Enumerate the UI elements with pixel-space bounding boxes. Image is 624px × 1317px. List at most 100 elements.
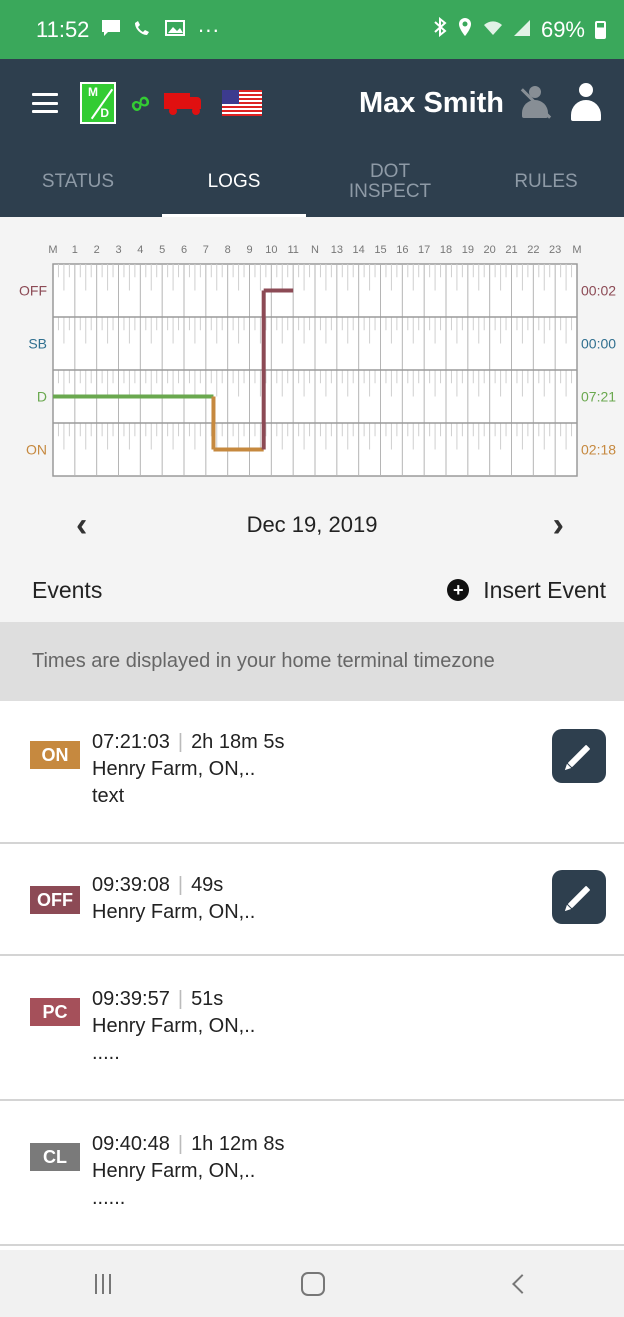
tab-label: RULES <box>514 171 578 193</box>
event-location: Henry Farm, ON,.. <box>92 758 256 780</box>
event-note: ...... <box>92 1187 126 1209</box>
hour-label: 22 <box>527 244 539 256</box>
recent-apps-icon[interactable] <box>95 1273 111 1294</box>
event-duration: 51s <box>191 988 224 1010</box>
event-duration: 1h 12m 8s <box>191 1133 285 1155</box>
connection-link-icon[interactable]: ∞ <box>123 84 156 122</box>
logo-letter-d: D <box>100 106 109 120</box>
hour-label: M <box>572 244 581 256</box>
hour-label: 15 <box>374 244 386 256</box>
status-row-total: 00:00 <box>581 336 616 352</box>
hour-label: 4 <box>137 244 143 256</box>
truck-icon[interactable] <box>163 91 204 115</box>
event-location: Henry Farm, ON,.. <box>92 1015 256 1037</box>
event-time: 09:39:57 <box>92 988 170 1010</box>
event-location: Henry Farm, ON,.. <box>92 1160 256 1182</box>
hour-label: N <box>311 244 319 256</box>
log-date[interactable]: Dec 19, 2019 <box>247 512 378 538</box>
battery-icon <box>595 20 606 39</box>
hour-label: 3 <box>115 244 121 256</box>
tab-label: STATUS <box>41 171 115 193</box>
timezone-notice: Times are displayed in your home termina… <box>0 622 624 701</box>
hour-label: 17 <box>418 244 430 256</box>
wifi-icon <box>483 17 503 43</box>
overflow-dots: ··· <box>197 16 220 42</box>
event-row[interactable]: OFF 09:39:08 | 49s Henry Farm, ON,.. <box>0 844 624 956</box>
tab-label: LOGS <box>207 171 261 193</box>
add-circle-icon: + <box>447 579 470 601</box>
us-flag-icon[interactable] <box>221 90 262 116</box>
tab-logs[interactable]: LOGS <box>156 147 312 217</box>
system-nav-bar <box>0 1250 624 1317</box>
back-icon[interactable] <box>512 1273 532 1294</box>
event-duration: 2h 18m 5s <box>191 731 285 753</box>
co-driver-off-icon[interactable] <box>518 84 552 122</box>
system-status-bar: 11:52 ··· 69% <box>0 0 624 59</box>
message-icon <box>101 17 121 43</box>
tab-status[interactable]: STATUS <box>0 147 156 217</box>
tab-dot-inspect[interactable]: DOT INSPECT <box>312 147 468 217</box>
status-badge: PC <box>30 998 80 1026</box>
event-details: 09:39:08 | 49s Henry Farm, ON,.. <box>92 872 255 926</box>
event-time: 07:21:03 <box>92 731 170 753</box>
status-row-total: 07:21 <box>581 389 616 405</box>
hour-label: 18 <box>440 244 452 256</box>
tab-rules[interactable]: RULES <box>468 147 624 217</box>
image-icon <box>165 17 186 43</box>
hour-label: 5 <box>159 244 165 256</box>
hour-label: 6 <box>181 244 187 256</box>
event-duration: 49s <box>191 874 224 896</box>
event-time: 09:39:08 <box>92 874 170 896</box>
event-note: text <box>92 785 125 807</box>
signal-icon <box>513 17 531 43</box>
status-badge: ON <box>30 741 80 769</box>
menu-icon[interactable] <box>32 93 58 113</box>
date-navigator: ‹ Dec 19, 2019 › <box>0 492 624 558</box>
pencil-icon <box>567 885 591 909</box>
event-time: 09:40:48 <box>92 1133 170 1155</box>
status-badge: OFF <box>30 886 80 914</box>
hour-label: 7 <box>203 244 209 256</box>
hour-label: 2 <box>94 244 100 256</box>
log-graph[interactable]: M 1 2 3 4 5 6 7 8 9 10 11 N 13 14 15 16 17 18 19 20 21 22 23 MOF… <box>0 217 624 497</box>
pencil-icon <box>567 744 591 768</box>
home-icon[interactable] <box>301 1271 325 1296</box>
clock-time: 11:52 <box>36 16 90 42</box>
hour-label: 19 <box>462 244 474 256</box>
bluetooth-icon <box>433 16 447 43</box>
status-row-total: 00:02 <box>581 283 616 299</box>
tab-bar: STATUS LOGS DOT INSPECT RULES <box>0 147 624 217</box>
driver-icon[interactable] <box>568 83 604 123</box>
event-list: ON 07:21:03 | 2h 18m 5s Henry Farm, ON,.. … <box>0 701 624 1246</box>
status-badge: CL <box>30 1143 80 1171</box>
insert-event-label: Insert Event <box>483 576 606 603</box>
driver-name[interactable]: Max Smith <box>312 87 504 120</box>
status-row-label: D <box>37 389 47 405</box>
event-row[interactable]: ON 07:21:03 | 2h 18m 5s Henry Farm, ON,.. … <box>0 701 624 844</box>
event-note: ..... <box>92 1042 120 1064</box>
hour-label: 1 <box>72 244 78 256</box>
hour-label: 13 <box>331 244 343 256</box>
next-day-button[interactable]: › <box>553 506 564 545</box>
hour-label: 11 <box>287 244 298 256</box>
missed-call-icon <box>133 17 153 43</box>
app-logo: M D <box>80 82 116 124</box>
event-row[interactable]: PC 09:39:57 | 51s Henry Farm, ON,.. ..... <box>0 956 624 1101</box>
edit-event-button[interactable] <box>552 729 606 783</box>
insert-event-button[interactable]: + Insert Event <box>447 577 606 604</box>
event-details: 07:21:03 | 2h 18m 5s Henry Farm, ON,.. tex… <box>92 729 284 810</box>
edit-event-button[interactable] <box>552 870 606 924</box>
hour-label: M <box>48 244 57 256</box>
battery-percent: 69% <box>540 16 585 42</box>
app-header: M D ∞ Max Smith <box>0 59 624 147</box>
hour-label: 21 <box>505 244 517 256</box>
event-details: 09:39:57 | 51s Henry Farm, ON,.. ..... <box>92 986 255 1067</box>
prev-day-button[interactable]: ‹ <box>76 506 87 545</box>
status-row-label: SB <box>28 336 47 352</box>
hour-label: 8 <box>225 244 231 256</box>
event-location: Henry Farm, ON,.. <box>92 901 256 923</box>
event-row[interactable]: CL 09:40:48 | 1h 12m 8s Henry Farm, ON,.. … <box>0 1101 624 1246</box>
status-row-total: 02:18 <box>581 442 616 458</box>
tab-label: DOT INSPECT <box>348 161 432 202</box>
event-details: 09:40:48 | 1h 12m 8s Henry Farm, ON,.. ...… <box>92 1131 284 1212</box>
